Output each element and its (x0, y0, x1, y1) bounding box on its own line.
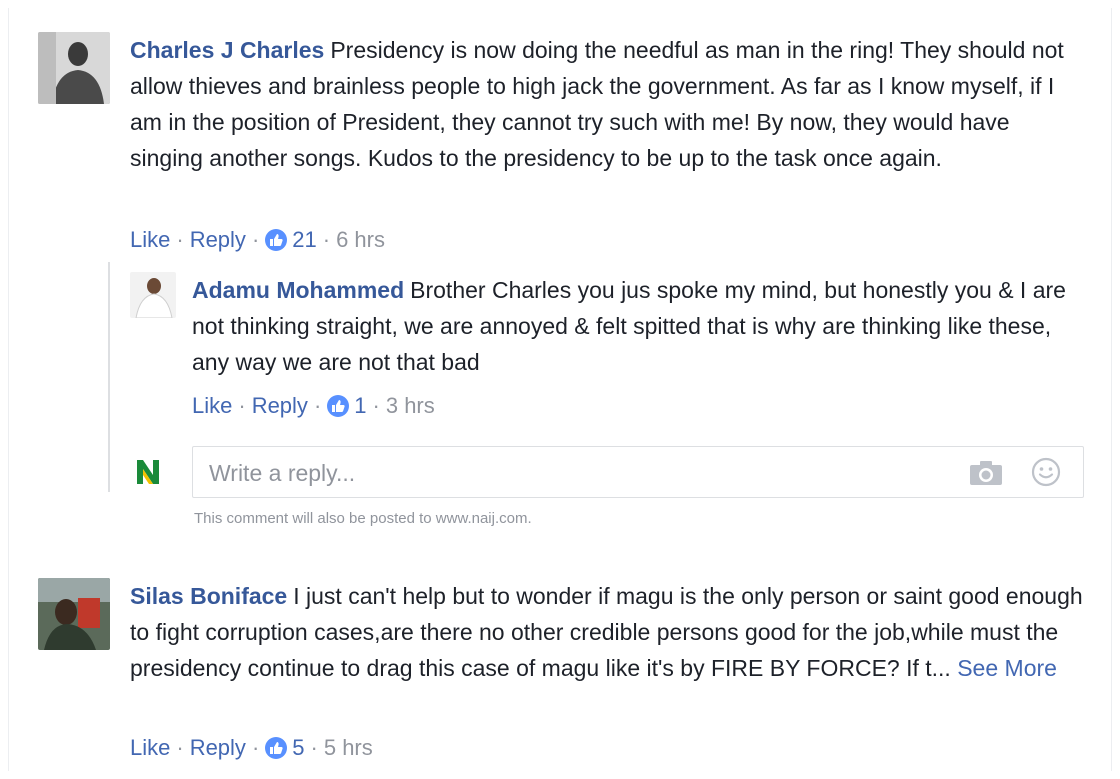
reply-link[interactable]: Reply (190, 734, 246, 762)
reply-link[interactable]: Reply (252, 392, 308, 420)
separator: · (310, 735, 318, 760)
like-link[interactable]: Like (192, 392, 232, 420)
see-more-link[interactable]: See More (957, 655, 1057, 681)
separator: · (251, 735, 260, 760)
reply-link[interactable]: Reply (190, 226, 246, 254)
timestamp[interactable]: 5 hrs (324, 734, 373, 762)
timestamp[interactable]: 3 hrs (386, 392, 435, 420)
like-link[interactable]: Like (130, 226, 170, 254)
comment-actions: Like · Reply · 5 · 5 hrs (130, 734, 373, 762)
naij-logo (132, 456, 164, 488)
avatar[interactable] (38, 578, 110, 650)
thumbs-up-icon[interactable] (265, 229, 288, 251)
reply-thread-line (108, 262, 110, 492)
thumbs-up-icon[interactable] (327, 395, 350, 417)
like-count[interactable]: 5 (292, 734, 304, 762)
comment-actions: Like · Reply · 21 · 6 hrs (130, 226, 385, 254)
avatar-photo (38, 32, 110, 104)
separator: · (322, 227, 331, 252)
like-link[interactable]: Like (130, 734, 170, 762)
separator: · (313, 393, 322, 418)
like-count[interactable]: 21 (292, 226, 316, 254)
separator: · (176, 735, 184, 760)
smiley-icon[interactable] (1031, 457, 1061, 487)
comment-author[interactable]: Silas Boniface (130, 583, 287, 609)
thumbs-up-icon[interactable] (265, 737, 288, 759)
comment-body: Charles J Charles Presidency is now doing… (130, 32, 1070, 176)
comment-author[interactable]: Charles J Charles (130, 37, 324, 63)
camera-icon[interactable] (969, 460, 1003, 486)
separator: · (238, 393, 246, 418)
comment-body: Adamu Mohammed Brother Charles you jus sp… (192, 272, 1072, 380)
like-count[interactable]: 1 (354, 392, 366, 420)
comment-body: Silas Boniface I just can't help but to w… (130, 578, 1095, 686)
avatar-photo (38, 578, 110, 650)
separator: · (372, 393, 380, 418)
reply-input-box[interactable] (192, 446, 1084, 498)
avatar[interactable] (130, 272, 176, 318)
comment-actions: Like · Reply · 1 · 3 hrs (192, 392, 435, 420)
reply-input[interactable] (207, 457, 911, 489)
separator: · (251, 227, 260, 252)
avatar[interactable] (38, 32, 110, 104)
avatar-photo (130, 272, 176, 318)
separator: · (176, 227, 184, 252)
timestamp[interactable]: 6 hrs (336, 226, 385, 254)
crosspost-notice: This comment will also be posted to www.… (194, 510, 532, 527)
naij-logo-avatar (132, 456, 164, 488)
comment-author[interactable]: Adamu Mohammed (192, 277, 404, 303)
